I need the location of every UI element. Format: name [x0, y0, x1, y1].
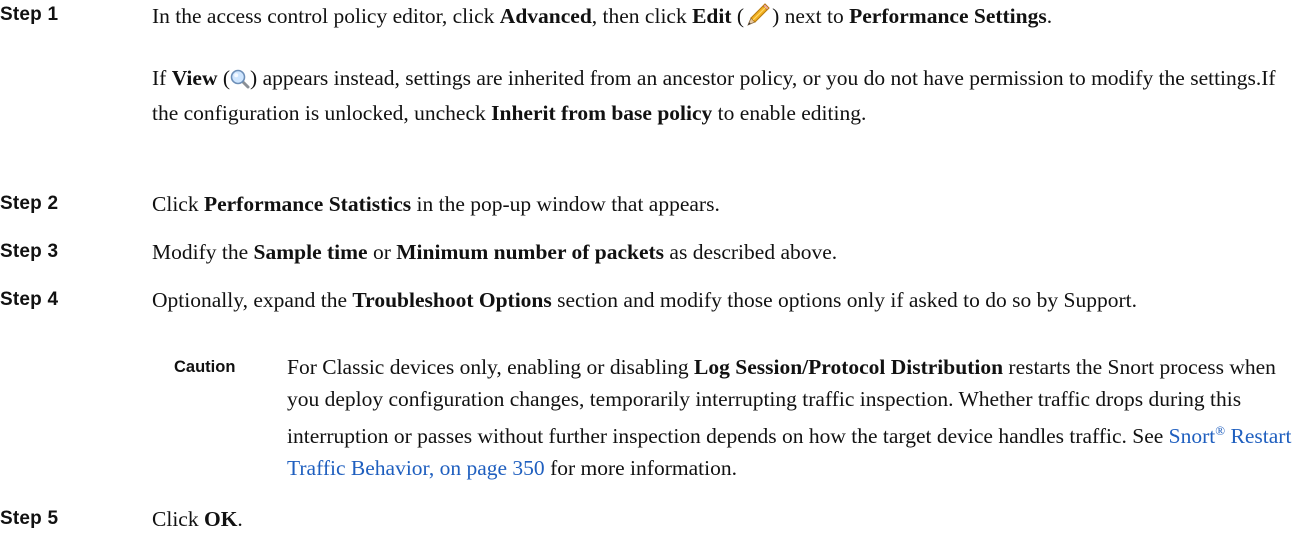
caution-text: For Classic devices only, enabling or di… [287, 355, 1292, 480]
step-1-note: If View () appears instead, settings are… [152, 66, 1276, 125]
caution-label: Caution [174, 358, 236, 376]
step-5-text: Click OK. [152, 507, 243, 531]
step-2-label: Step 2 [0, 193, 59, 214]
step-5-label: Step 5 [0, 508, 59, 529]
magnifier-icon [230, 67, 250, 98]
step-4-text: Optionally, expand the Troubleshoot Opti… [152, 288, 1137, 312]
step-4-label: Step 4 [0, 289, 59, 310]
step-2-text: Click Performance Statistics in the pop-… [152, 192, 720, 216]
step-1-label: Step 1 [0, 4, 59, 25]
step-3-text: Modify the Sample time or Minimum number… [152, 240, 838, 264]
step-3-label: Step 3 [0, 241, 59, 262]
step-1-text: In the access control policy editor, cli… [152, 1, 1297, 36]
snort-restart-link[interactable]: Snort® Restart Traffic Behavior, on page… [287, 423, 1291, 480]
pencil-icon [744, 1, 772, 36]
